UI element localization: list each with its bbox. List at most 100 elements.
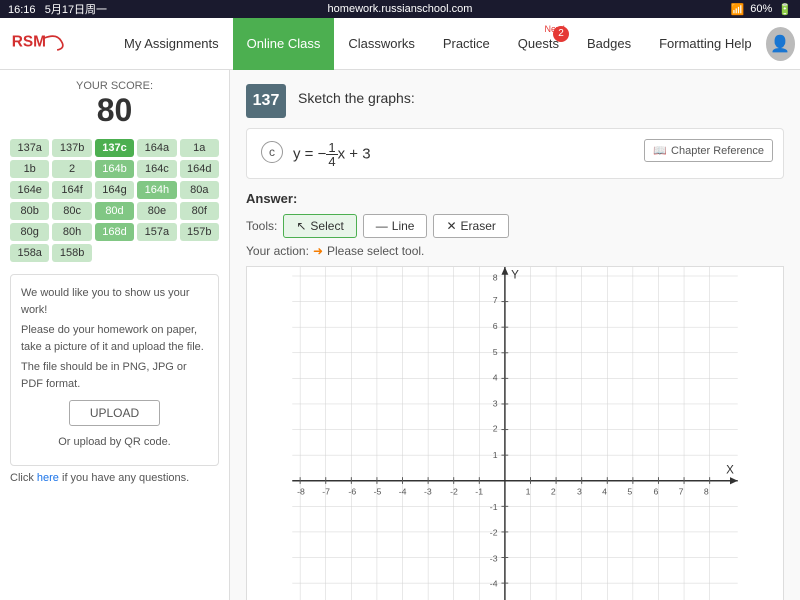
svg-text:4: 4	[493, 372, 498, 382]
svg-text:-3: -3	[490, 553, 498, 563]
content-area: 137 Sketch the graphs: c y = −14x + 3 📖 …	[230, 70, 800, 600]
svg-text:-7: -7	[322, 487, 330, 497]
problem-number-badge: 137	[246, 84, 286, 118]
grid-cell-157b[interactable]: 157b	[180, 223, 219, 241]
graph-area[interactable]: X Y -8 -7 -6 -5 -4 -3 -2 -1 1 2 3 4 5 6 …	[246, 266, 784, 600]
grid-cell-164h[interactable]: 164h	[137, 181, 176, 199]
time: 16:16	[8, 4, 36, 16]
grid-cell-1a[interactable]: 1a	[180, 139, 219, 157]
battery-level: 60%	[750, 3, 772, 15]
header: RSM My Assignments Online Class Classwor…	[0, 18, 800, 70]
grid-cell-2[interactable]: 2	[52, 160, 91, 178]
grid-cell-164e[interactable]: 164e	[10, 181, 49, 199]
eraser-tool-button[interactable]: ✕ Eraser	[433, 214, 508, 238]
svg-text:-8: -8	[297, 487, 305, 497]
url: homework.russianschool.com	[328, 3, 473, 15]
nav-practice[interactable]: Practice	[429, 18, 504, 70]
svg-text:-3: -3	[424, 487, 432, 497]
grid-cell-80f[interactable]: 80f	[180, 202, 219, 220]
line-tool-button[interactable]: — Line	[363, 214, 428, 238]
action-row: Your action: ➜ Please select tool.	[246, 244, 784, 258]
tools-row: Tools: ↖ Select — Line ✕ Eraser	[246, 214, 784, 238]
score-label: YOUR SCORE:	[10, 80, 219, 92]
nav-online-class[interactable]: Online Class	[233, 18, 335, 70]
svg-text:7: 7	[493, 295, 498, 305]
tools-label: Tools:	[246, 219, 277, 233]
svg-text:-2: -2	[490, 527, 498, 537]
grid-cell-80c[interactable]: 80c	[52, 202, 91, 220]
equation: y = −14x + 3	[293, 139, 371, 168]
grid-cell-164c[interactable]: 164c	[137, 160, 176, 178]
problem-grid: 137a137b137c164a1a1b2164b164c164d164e164…	[10, 139, 219, 262]
book-icon: 📖	[653, 144, 667, 157]
grid-cell-80e[interactable]: 80e	[137, 202, 176, 220]
grid-cell-80h[interactable]: 80h	[52, 223, 91, 241]
svg-text:6: 6	[493, 321, 498, 331]
upload-section: We would like you to show us your work! …	[10, 274, 219, 466]
grid-cell-1b[interactable]: 1b	[10, 160, 49, 178]
grid-cell-164d[interactable]: 164d	[180, 160, 219, 178]
svg-text:-6: -6	[348, 487, 356, 497]
wifi-icon: 📶	[731, 3, 745, 16]
grid-cell-164f[interactable]: 164f	[52, 181, 91, 199]
grid-cell-80g[interactable]: 80g	[10, 223, 49, 241]
grid-cell-80a[interactable]: 80a	[180, 181, 219, 199]
user-area: 👤 Catherine Li ▼	[766, 27, 800, 61]
here-link[interactable]: here	[37, 472, 59, 484]
grid-cell-158b[interactable]: 158b	[52, 244, 91, 262]
nav-formatting-help[interactable]: Formatting Help	[645, 18, 765, 70]
svg-text:1: 1	[526, 487, 531, 497]
grid-cell-164a[interactable]: 164a	[137, 139, 176, 157]
chapter-reference-button[interactable]: 📖 Chapter Reference	[644, 139, 773, 162]
avatar: 👤	[766, 27, 796, 61]
svg-text:6: 6	[653, 487, 658, 497]
upload-text-3: The file should be in PNG, JPG or PDF fo…	[21, 359, 208, 392]
upload-text-1: We would like you to show us your work!	[21, 285, 208, 318]
nav-badges[interactable]: Badges	[573, 18, 645, 70]
select-tool-button[interactable]: ↖ Select	[283, 214, 356, 238]
problem-header: 137 Sketch the graphs:	[246, 84, 784, 118]
svg-text:8: 8	[704, 487, 709, 497]
grid-cell-137b[interactable]: 137b	[52, 139, 91, 157]
question-link: Click here if you have any questions.	[10, 472, 219, 484]
nav: My Assignments Online Class Classworks P…	[110, 18, 766, 70]
grid-cell-168d[interactable]: 168d	[95, 223, 134, 241]
grid-cell-137c[interactable]: 137c	[95, 139, 134, 157]
qr-link: Or upload by QR code.	[21, 434, 208, 451]
grid-cell-157a[interactable]: 157a	[137, 223, 176, 241]
problem-instruction: Sketch the graphs:	[298, 84, 415, 106]
svg-text:2: 2	[493, 424, 498, 434]
problem-body: c y = −14x + 3 📖 Chapter Reference	[246, 128, 784, 179]
svg-text:7: 7	[679, 487, 684, 497]
svg-text:3: 3	[577, 487, 582, 497]
grid-cell-80b[interactable]: 80b	[10, 202, 49, 220]
action-arrow-icon: ➜	[313, 244, 323, 258]
date: 5月17日周一	[45, 4, 107, 16]
logo[interactable]: RSM	[10, 29, 100, 59]
nav-my-assignments[interactable]: My Assignments	[110, 18, 233, 70]
grid-cell-80d[interactable]: 80d	[95, 202, 134, 220]
svg-text:-5: -5	[374, 487, 382, 497]
svg-text:-4: -4	[490, 579, 498, 589]
svg-text:4: 4	[602, 487, 607, 497]
grid-cell-158a[interactable]: 158a	[10, 244, 49, 262]
quests-badge: 2	[553, 26, 569, 42]
eraser-icon: ✕	[446, 219, 456, 233]
svg-text:1: 1	[493, 450, 498, 460]
grid-cell-137a[interactable]: 137a	[10, 139, 49, 157]
answer-label: Answer:	[246, 191, 784, 206]
battery-icon: 🔋	[778, 3, 792, 16]
nav-classworks[interactable]: Classworks	[334, 18, 428, 70]
nav-quests[interactable]: Quests New! 2	[504, 18, 573, 70]
grid-cell-164b[interactable]: 164b	[95, 160, 134, 178]
svg-text:Y: Y	[511, 269, 519, 282]
svg-text:8: 8	[493, 273, 498, 283]
score-value: 80	[10, 92, 219, 129]
upload-button[interactable]: UPLOAD	[69, 400, 160, 426]
svg-text:5: 5	[493, 347, 498, 357]
svg-text:5: 5	[627, 487, 632, 497]
grid-cell-164g[interactable]: 164g	[95, 181, 134, 199]
svg-text:RSM: RSM	[12, 33, 46, 50]
svg-text:-4: -4	[399, 487, 407, 497]
upload-text-2: Please do your homework on paper, take a…	[21, 322, 208, 355]
